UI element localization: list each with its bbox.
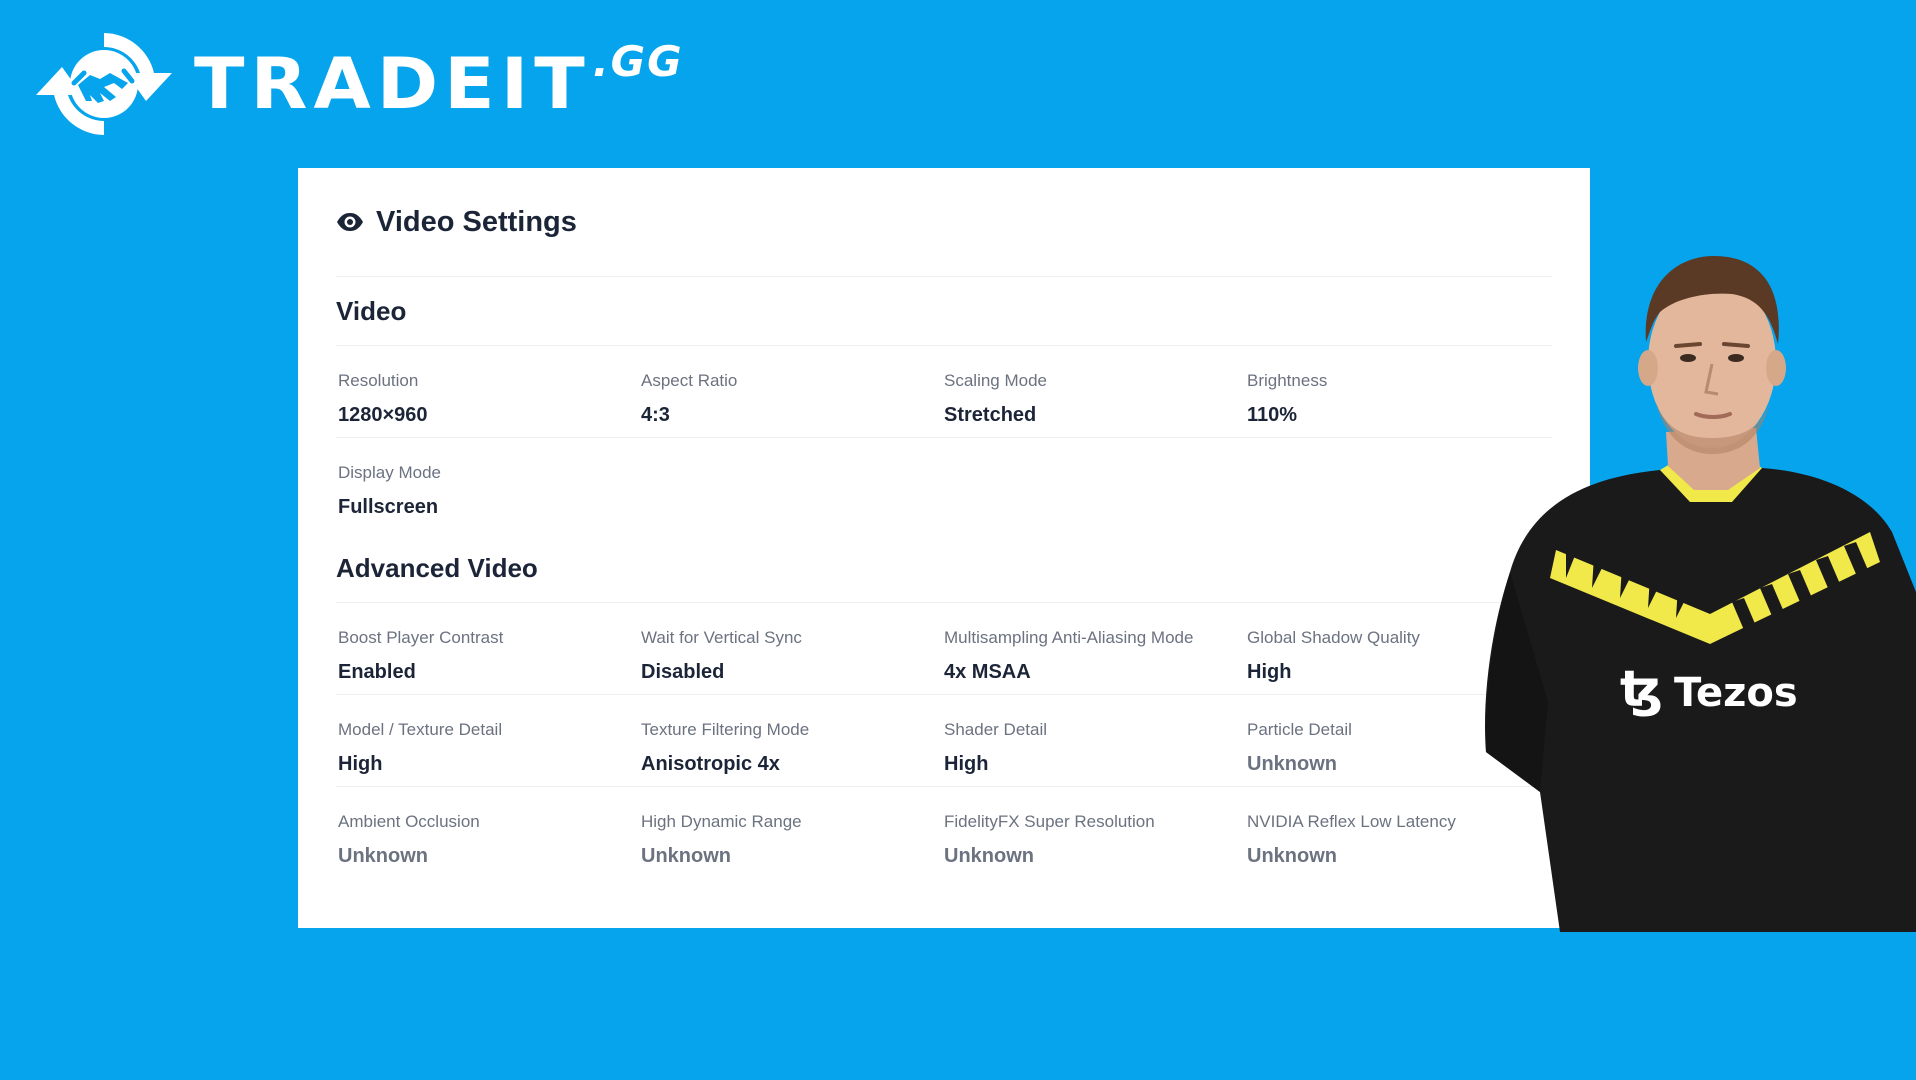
setting-value: 4:3 [641,404,670,426]
card-title: Video Settings [376,205,577,238]
setting-label: Aspect Ratio [641,371,738,390]
section-title-video: Video [336,277,1552,346]
setting-label: Texture Filtering Mode [641,720,810,739]
settings-row: Resolution 1280×960 Aspect Ratio 4:3 Sca… [336,346,1552,438]
tradeit-logo[interactable]: TRADEIT .GG [28,24,684,144]
setting-fsr: FidelityFX Super Resolution Unknown [942,787,1245,879]
handshake-icon [36,33,172,135]
player-photo: ꜩ Tezos [1485,256,1916,932]
setting-label: Scaling Mode [944,371,1048,390]
setting-value: Unknown [944,845,1034,867]
setting-label: Multisampling Anti-Aliasing Mode [944,628,1194,647]
setting-label: High Dynamic Range [641,812,802,831]
video-settings-card: Video Settings Video Resolution 1280×960… [298,168,1590,928]
card-header: Video Settings [336,168,1552,277]
setting-value: Stretched [944,404,1037,426]
brand-tld: .GG [592,37,684,86]
settings-row: Ambient Occlusion Unknown High Dynamic R… [336,787,1552,879]
section-title-advanced-video: Advanced Video [336,534,1552,603]
setting-label: Wait for Vertical Sync [641,628,802,647]
setting-vertical-sync: Wait for Vertical Sync Disabled [639,603,942,694]
setting-boost-player-contrast: Boost Player Contrast Enabled [336,603,639,694]
setting-value: High [338,753,383,775]
page-canvas: TRADEIT .GG Video Settings Video Resolut… [0,0,1916,1080]
setting-value: Enabled [338,661,416,683]
setting-value: 4x MSAA [944,661,1031,683]
setting-resolution: Resolution 1280×960 [336,346,639,437]
eye-icon [337,213,363,231]
setting-label: Display Mode [338,463,441,482]
setting-value: Disabled [641,661,725,683]
setting-value: Fullscreen [338,496,439,518]
setting-label: Shader Detail [944,720,1048,739]
sponsor-text: Tezos [1674,670,1798,716]
setting-aspect-ratio: Aspect Ratio 4:3 [639,346,942,437]
brand-name: TRADEIT [194,43,591,125]
setting-label: Boost Player Contrast [338,628,504,647]
setting-high-dynamic-range: High Dynamic Range Unknown [639,787,942,879]
setting-texture-filtering-mode: Texture Filtering Mode Anisotropic 4x [639,695,942,786]
setting-label: Resolution [338,371,419,390]
setting-msaa-mode: Multisampling Anti-Aliasing Mode 4x MSAA [942,603,1245,694]
setting-value: Unknown [641,845,731,867]
setting-scaling-mode: Scaling Mode Stretched [942,346,1245,437]
setting-label: FidelityFX Super Resolution [944,812,1155,831]
setting-model-texture-detail: Model / Texture Detail High [336,695,639,786]
setting-value: 1280×960 [338,404,428,426]
setting-value: High [944,753,989,775]
settings-row: Model / Texture Detail High Texture Filt… [336,695,1552,787]
setting-label: Model / Texture Detail [338,720,503,739]
setting-ambient-occlusion: Ambient Occlusion Unknown [336,787,639,879]
setting-value: Anisotropic 4x [641,753,780,775]
setting-value: Unknown [338,845,428,867]
settings-row: Boost Player Contrast Enabled Wait for V… [336,603,1552,695]
setting-label: Ambient Occlusion [338,812,480,831]
setting-shader-detail: Shader Detail High [942,695,1245,786]
sponsor-mark: ꜩ [1620,660,1663,718]
settings-row: Display Mode Fullscreen [336,438,1552,530]
setting-display-mode: Display Mode Fullscreen [336,438,639,530]
